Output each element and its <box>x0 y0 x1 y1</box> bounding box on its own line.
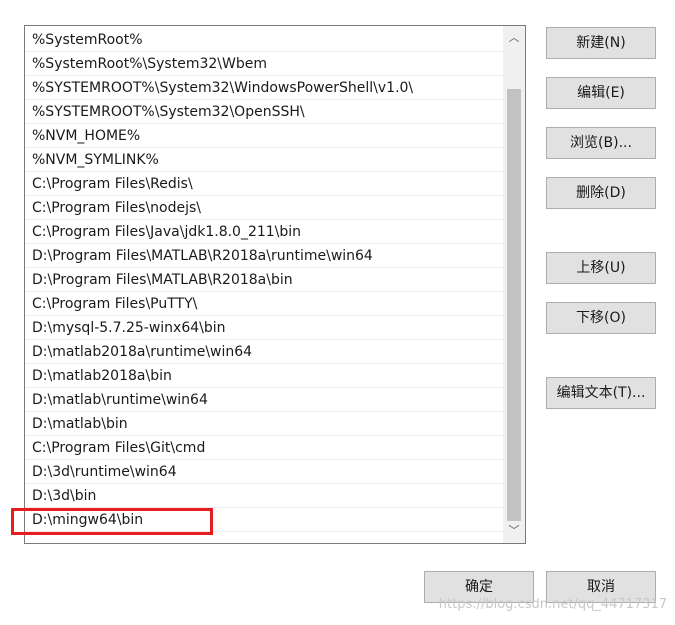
move-up-button[interactable]: 上移(U) <box>546 252 656 284</box>
path-list-item[interactable]: %SystemRoot%\System32\Wbem <box>25 52 503 76</box>
highlight-box <box>11 508 213 535</box>
path-list-item[interactable]: D:\Program Files\MATLAB\R2018a\bin <box>25 268 503 292</box>
path-list-item[interactable]: D:\matlab\bin <box>25 412 503 436</box>
path-list-item[interactable]: C:\Program Files\PuTTY\ <box>25 292 503 316</box>
scroll-up-arrow-icon[interactable]: ︿ <box>503 28 525 48</box>
edit-environment-variable-dialog: %SystemRoot% %SystemRoot%\System32\Wbem %S… <box>0 0 675 625</box>
watermark-text: https://blog.csdn.net/qq_44717317 <box>438 597 667 612</box>
path-list-item[interactable]: %NVM_HOME% <box>25 124 503 148</box>
browse-button[interactable]: 浏览(B)... <box>546 127 656 159</box>
path-list-item[interactable]: C:\Program Files\Git\cmd <box>25 436 503 460</box>
path-list-item[interactable]: %SystemRoot% <box>25 28 503 52</box>
new-button[interactable]: 新建(N) <box>546 27 656 59</box>
path-list-item[interactable]: D:\matlab\runtime\win64 <box>25 388 503 412</box>
path-list-rows: %SystemRoot% %SystemRoot%\System32\Wbem %S… <box>25 28 503 532</box>
edit-text-button[interactable]: 编辑文本(T)... <box>546 377 656 409</box>
path-list-item[interactable]: C:\Program Files\Redis\ <box>25 172 503 196</box>
path-list[interactable]: %SystemRoot% %SystemRoot%\System32\Wbem %S… <box>24 25 526 544</box>
vertical-scrollbar[interactable]: ︿ ﹀ <box>503 26 525 543</box>
path-list-item[interactable]: D:\mysql-5.7.25-winx64\bin <box>25 316 503 340</box>
scroll-down-arrow-icon[interactable]: ﹀ <box>503 521 525 541</box>
path-list-item[interactable]: %SYSTEMROOT%\System32\WindowsPowerShell\… <box>25 76 503 100</box>
move-down-button[interactable]: 下移(O) <box>546 302 656 334</box>
delete-button[interactable]: 删除(D) <box>546 177 656 209</box>
path-list-item[interactable]: C:\Program Files\nodejs\ <box>25 196 503 220</box>
scrollbar-thumb[interactable] <box>507 89 521 521</box>
edit-button[interactable]: 编辑(E) <box>546 77 656 109</box>
path-list-item[interactable]: D:\3d\bin <box>25 484 503 508</box>
path-list-item[interactable]: %NVM_SYMLINK% <box>25 148 503 172</box>
path-list-item[interactable]: D:\matlab2018a\runtime\win64 <box>25 340 503 364</box>
path-list-item[interactable]: C:\Program Files\Java\jdk1.8.0_211\bin <box>25 220 503 244</box>
path-list-item[interactable]: D:\Program Files\MATLAB\R2018a\runtime\w… <box>25 244 503 268</box>
path-list-item[interactable]: D:\3d\runtime\win64 <box>25 460 503 484</box>
path-list-item[interactable]: D:\matlab2018a\bin <box>25 364 503 388</box>
path-list-item[interactable]: %SYSTEMROOT%\System32\OpenSSH\ <box>25 100 503 124</box>
